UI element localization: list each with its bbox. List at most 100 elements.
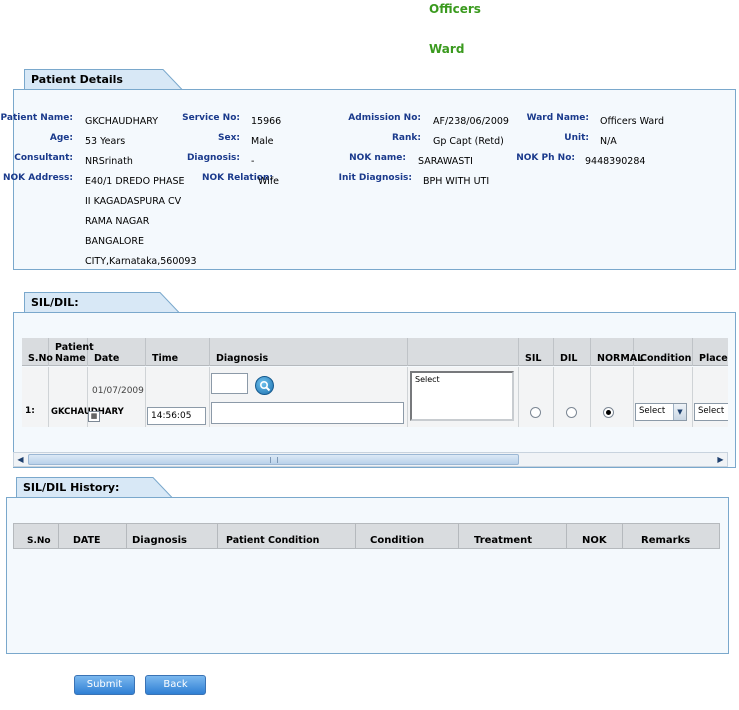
hist-col-diagnosis: Diagnosis [127,524,218,548]
cell-placed: Select [693,367,728,427]
chevron-down-icon[interactable]: ▼ [673,404,686,420]
hist-col-patient-condition-label: Patient Condition [226,535,320,546]
cell-time: 14:56:05 [146,367,210,427]
value-unit: N/A [600,136,617,147]
scroll-right-icon[interactable]: ▶ [714,453,727,466]
col-sil: SIL [519,338,554,366]
cell-diagnosis-list: Select [408,367,519,427]
value-nok-address-line-4: BANGALORE [85,236,145,247]
hist-col-remarks-label: Remarks [641,535,691,546]
sil-dil-table: S.No Patient Name Date Time Diagnosis SI… [22,338,728,427]
tab-sil-dil: SIL/DIL: [24,292,184,313]
col-time-label: Time [152,353,179,364]
value-rank: Gp Capt (Retd) [433,136,504,147]
cell-condition: Select ▼ [634,367,693,427]
value-diagnosis: - [251,156,255,167]
hist-col-date: DATE [59,524,127,548]
sil-dil-table-header: S.No Patient Name Date Time Diagnosis SI… [22,338,728,366]
value-nok-address-line-1: E40/1 DREDO PHASE [85,176,185,187]
value-init-diagnosis: BPH WITH UTI [423,176,490,187]
row-sno: 1: [25,406,35,416]
col-sil-label: SIL [525,353,542,364]
hist-col-condition: Condition [356,524,459,548]
scroll-left-icon[interactable]: ◀ [14,453,27,466]
diagnosis-listbox[interactable]: Select [410,371,514,421]
value-nok-name: SARAWASTI [418,156,473,167]
col-dil: DIL [554,338,591,366]
horizontal-scrollbar[interactable]: ◀ ▶ [13,452,728,467]
placed-select[interactable]: Select [694,403,728,421]
cell-patient-name: GKCHAUDHARY [49,367,124,427]
scrollbar-thumb[interactable] [28,454,519,465]
placed-select-value: Select [698,406,725,416]
tab-sil-dil-label: SIL/DIL: [31,296,79,309]
condition-select[interactable]: Select ▼ [635,403,687,421]
cell-dil [554,367,591,427]
sil-radio[interactable] [530,407,541,418]
table-row: 1: GKCHAUDHARY 01/07/2009 ▦ 14:56:05 Sel… [22,367,728,427]
hist-col-remarks: Remarks [623,524,719,548]
col-placed-label: Placed [699,353,728,364]
condition-select-value: Select [639,406,666,416]
header-line-2: Ward [429,42,465,56]
label-age: Age: [49,133,73,143]
col-condition: Condition [634,338,693,366]
label-consultant: Consultant: [14,153,73,163]
col-patient-name-label: Patient Name [55,342,94,364]
dil-radio[interactable] [566,407,577,418]
hist-col-nok: NOK [567,524,623,548]
label-ward-name: Ward Name: [526,113,589,123]
label-admission-no: Admission No: [348,113,421,123]
hist-col-condition-label: Condition [370,535,425,546]
time-input[interactable]: 14:56:05 [147,407,206,425]
col-normal: NORMAL [591,338,643,366]
col-diagnosis: Diagnosis [210,338,408,366]
row-date: 01/07/2009 [92,386,144,396]
value-nok-ph-no: 9448390284 [585,156,646,167]
col-patient-name: Patient Name [49,338,94,366]
cell-diagnosis [210,367,408,427]
col-diagnosis-label: Diagnosis [216,353,269,364]
value-nok-address-line-2: II KAGADASPURA CV [85,196,182,207]
hist-col-treatment-label: Treatment [474,535,533,546]
hist-col-sno-label: S.No [27,536,51,546]
label-service-no: Service No: [182,113,240,123]
value-nok-address-line-3: RAMA NAGAR [85,216,150,227]
search-icon-glyph [260,381,271,392]
label-unit: Unit: [564,133,589,143]
cell-sil [519,367,554,427]
tab-patient-details-label: Patient Details [31,73,123,86]
header-line-1: Officers [429,2,481,16]
label-nok-address: NOK Address: [3,173,73,183]
col-dil-label: DIL [560,353,578,364]
calendar-icon[interactable]: ▦ [88,411,100,422]
submit-button[interactable]: Submit [74,675,135,695]
hist-col-date-label: DATE [73,535,101,546]
value-nok-relation: Wife [258,176,280,187]
col-date: Date [88,338,146,366]
diagnosis-text-input[interactable] [211,402,404,424]
value-age: 53 Years [85,136,126,147]
hist-col-diagnosis-label: Diagnosis [132,535,187,546]
label-rank: Rank: [392,133,421,143]
label-patient-name: Patient Name: [0,113,73,123]
hist-col-patient-condition: Patient Condition [218,524,356,548]
tab-sil-dil-history-label: SIL/DIL History: [23,481,120,494]
col-condition-label: Condition [640,353,692,364]
col-placed: Placed [693,338,728,366]
label-diagnosis: Diagnosis: [186,153,240,163]
value-patient-name: GKCHAUDHARY [85,116,159,127]
diagnosis-code-input[interactable] [211,373,248,394]
value-service-no: 15966 [251,116,282,127]
thumb-grip-icon [270,457,278,463]
tab-patient-details: Patient Details [24,69,184,90]
label-nok-name: NOK name: [349,153,406,163]
col-time: Time [146,338,210,366]
search-icon[interactable] [255,376,274,395]
value-sex: Male [251,136,274,147]
col-sno: S.No [22,338,53,366]
value-admission-no: AF/238/06/2009 [433,116,509,127]
normal-radio[interactable] [603,407,614,418]
hist-col-nok-label: NOK [582,535,607,546]
back-button[interactable]: Back [145,675,206,695]
